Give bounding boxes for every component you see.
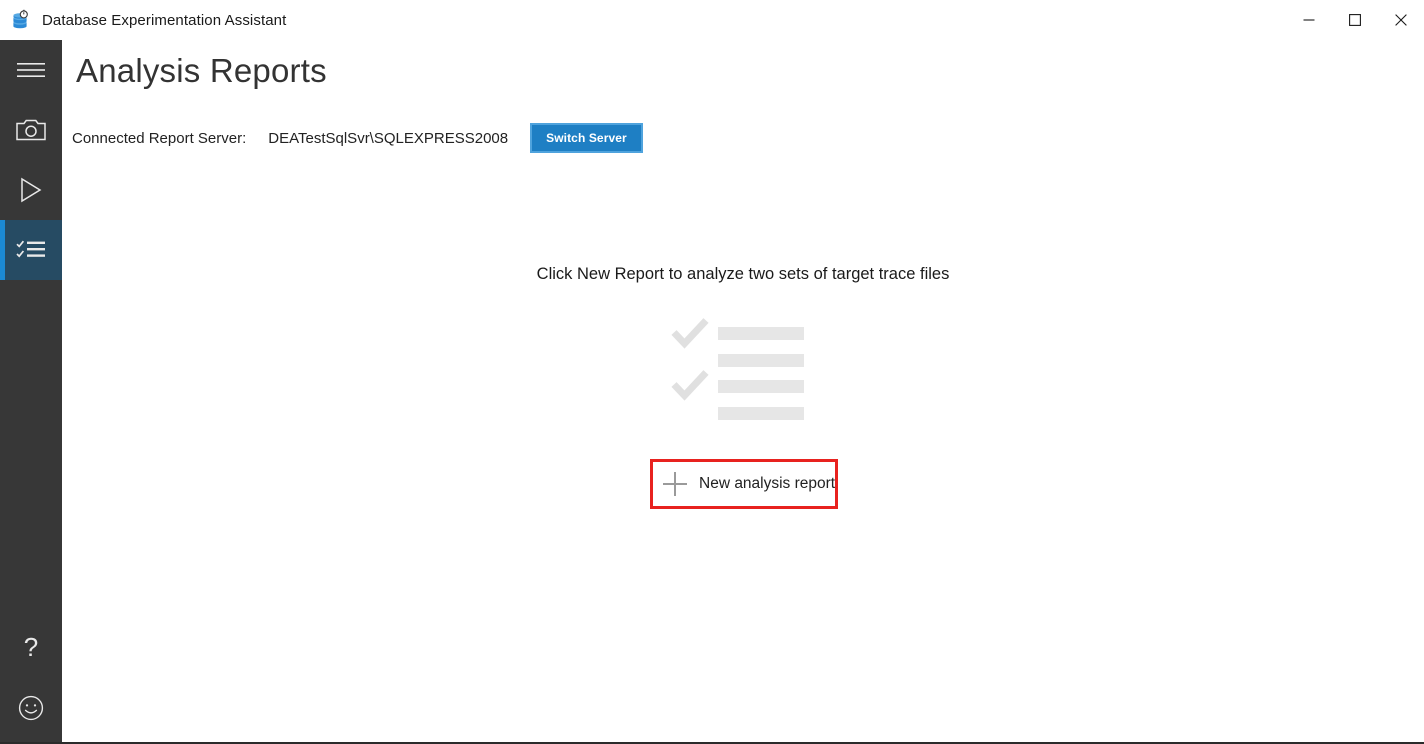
camera-icon [16, 118, 46, 142]
smiley-face-icon [18, 695, 44, 721]
sidebar-item-reports[interactable] [0, 220, 62, 280]
close-button[interactable] [1378, 0, 1424, 40]
sidebar: ? [0, 40, 62, 742]
empty-state-hint: Click New Report to analyze two sets of … [536, 265, 950, 283]
sidebar-item-capture[interactable] [0, 100, 62, 160]
play-icon [19, 177, 43, 203]
title-bar: Database Experimentation Assistant [0, 0, 1424, 40]
checklist-icon [16, 238, 46, 262]
connected-server-label: Connected Report Server: [72, 129, 247, 147]
sidebar-item-help[interactable]: ? [0, 618, 62, 678]
new-analysis-report-label: New analysis report [699, 475, 836, 492]
sidebar-item-menu[interactable] [0, 40, 62, 100]
app-window: Database Experimentation Assistant ? Ana… [0, 0, 1424, 744]
minimize-button[interactable] [1286, 0, 1332, 40]
database-stopwatch-icon [10, 9, 32, 31]
new-analysis-report-button[interactable]: New analysis report [653, 462, 835, 506]
window-title: Database Experimentation Assistant [42, 11, 287, 29]
page-title: Analysis Reports [76, 52, 327, 89]
sidebar-item-feedback[interactable] [0, 678, 62, 738]
checklist-placeholder-icon [670, 318, 820, 430]
sidebar-bottom-group: ? [0, 618, 62, 738]
sidebar-item-replay[interactable] [0, 160, 62, 220]
connected-server-row: Connected Report Server: DEATestSqlSvr\S… [72, 120, 643, 156]
connected-server-value: DEATestSqlSvr\SQLEXPRESS2008 [268, 129, 509, 147]
main-content: Analysis Reports Connected Report Server… [62, 40, 1424, 742]
svg-text:?: ? [24, 634, 38, 662]
plus-icon [663, 472, 687, 496]
maximize-button[interactable] [1332, 0, 1378, 40]
new-analysis-report-highlight: New analysis report [650, 459, 838, 509]
hamburger-menu-icon [17, 60, 45, 80]
question-mark-icon: ? [20, 634, 42, 662]
switch-server-button[interactable]: Switch Server [530, 123, 643, 153]
window-controls [1286, 0, 1424, 40]
